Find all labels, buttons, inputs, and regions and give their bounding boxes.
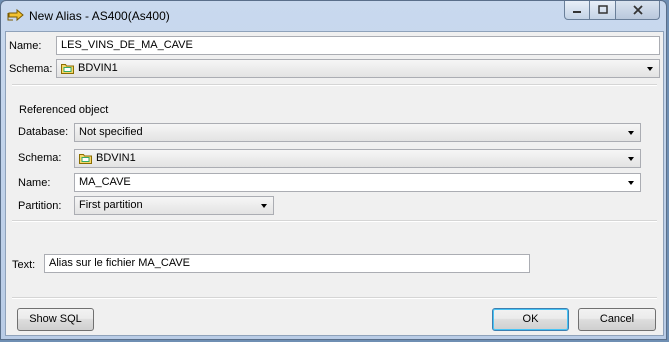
chevron-down-icon <box>628 131 634 135</box>
title-bar[interactable]: New Alias - AS400(As400) <box>1 1 666 31</box>
chevron-down-icon <box>628 157 634 161</box>
chevron-down-icon <box>647 67 653 71</box>
referenced-object-title: Referenced object <box>16 104 112 116</box>
ref-schema-select[interactable]: BDVIN1 <box>74 149 641 168</box>
ref-name-combo[interactable]: MA_CAVE <box>74 173 641 192</box>
schema-folder-icon <box>79 153 92 164</box>
ref-name-value: MA_CAVE <box>79 176 131 188</box>
divider <box>12 84 657 86</box>
partition-select[interactable]: First partition <box>74 196 274 215</box>
alias-arrow-icon <box>7 8 24 22</box>
ref-schema-label: Schema: <box>18 152 62 164</box>
partition-label: Partition: <box>18 200 62 212</box>
database-value: Not specified <box>79 126 143 138</box>
schema-label: Schema: <box>9 63 53 75</box>
text-label: Text: <box>12 259 36 271</box>
ok-button[interactable]: OK <box>492 308 569 331</box>
window-controls <box>564 1 660 21</box>
show-sql-button[interactable]: Show SQL <box>17 308 94 331</box>
database-select[interactable]: Not specified <box>74 123 641 142</box>
close-icon[interactable] <box>616 1 660 20</box>
minimize-icon[interactable] <box>564 1 590 20</box>
cancel-button[interactable]: Cancel <box>578 308 656 331</box>
chevron-down-icon <box>628 181 634 185</box>
ref-name-label: Name: <box>18 177 51 189</box>
divider <box>12 220 657 222</box>
schema-select[interactable]: BDVIN1 <box>56 59 660 78</box>
database-label: Database: <box>18 126 69 138</box>
chevron-down-icon <box>261 204 267 208</box>
schema-value: BDVIN1 <box>78 62 118 74</box>
ref-schema-value: BDVIN1 <box>96 152 136 164</box>
dialog-body: Name: LES_VINS_DE_MA_CAVE Schema: BDVIN1… <box>5 31 664 336</box>
maximize-icon[interactable] <box>590 1 616 20</box>
text-input[interactable]: Alias sur le fichier MA_CAVE <box>44 254 530 273</box>
divider <box>12 297 657 299</box>
alias-name-input[interactable]: LES_VINS_DE_MA_CAVE <box>56 36 660 55</box>
new-alias-dialog: New Alias - AS400(As400) Name: LES_VINS_… <box>0 0 667 340</box>
schema-folder-icon <box>61 63 74 74</box>
partition-value: First partition <box>79 199 143 211</box>
window-title: New Alias - AS400(As400) <box>29 9 170 23</box>
name-label: Name: <box>9 40 42 52</box>
